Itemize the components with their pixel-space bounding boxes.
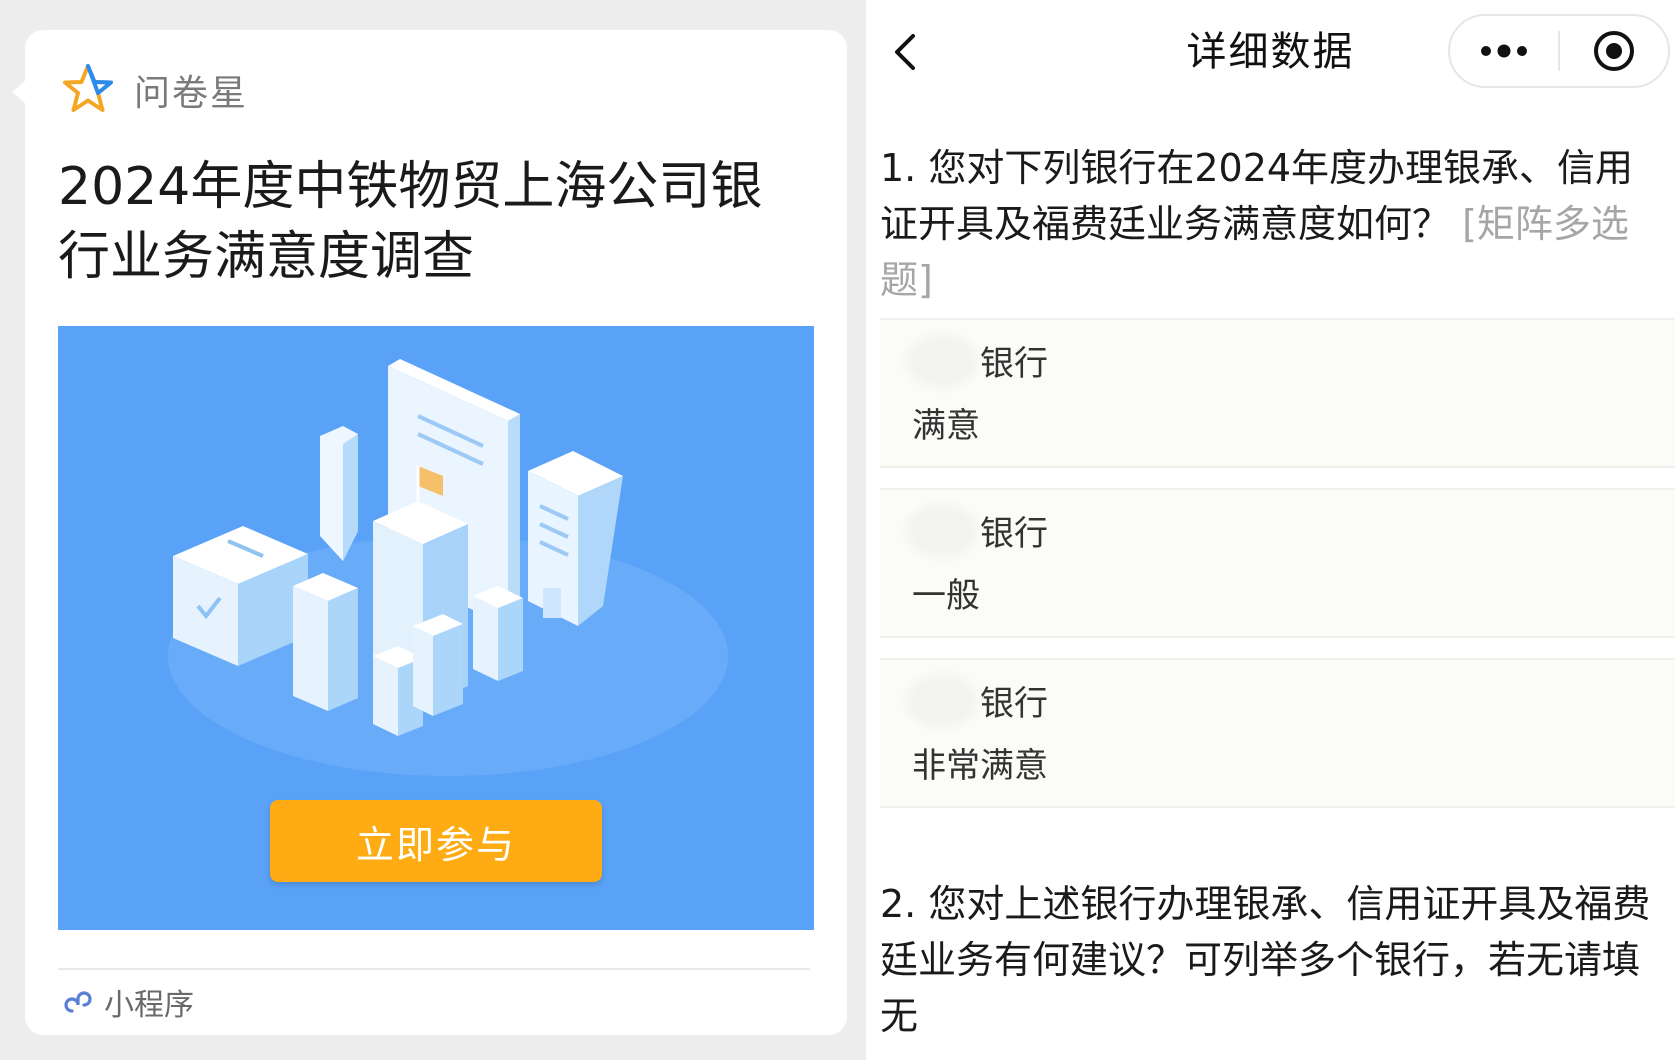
answer-row: 银行 非常满意 [880, 658, 1675, 808]
question-1: 1. 您对下列银行在2024年度办理银承、信用证开具及福费廷业务满意度如何？ [… [880, 140, 1670, 308]
question-2: 2. 您对上述银行办理银承、信用证开具及福费廷业务有何建议？可列举多个银行，若无… [880, 882, 1651, 1038]
answer-value: 满意 [912, 406, 980, 446]
brand-header: 问卷星 [60, 62, 248, 118]
mini-program-capsule [1448, 14, 1670, 88]
more-dots-icon [1481, 44, 1527, 58]
card-bubble-tail [12, 80, 26, 104]
answer-value: 一般 [912, 576, 980, 616]
detail-page: 详细数据 1. 您对下列银行在2024年度办理银承、信用证开具及福费廷业务满意度… [866, 0, 1675, 1060]
redacted-bank-name [912, 340, 972, 382]
answer-bank: 银行 [980, 684, 1048, 724]
redacted-bank-name [912, 510, 972, 552]
mini-program-label: 小程序 [62, 980, 194, 1024]
answer-bank: 银行 [980, 514, 1048, 554]
answer-row: 银行 一般 [880, 488, 1675, 638]
answer-row: 银行 满意 [880, 318, 1675, 468]
redacted-bank-name [912, 680, 972, 722]
join-now-button[interactable]: 立即参与 [270, 800, 602, 882]
answer-bank: 银行 [980, 344, 1048, 384]
mini-program-icon [64, 991, 92, 1013]
more-button[interactable] [1450, 16, 1558, 86]
survey-title: 2024年度中铁物贸上海公司银行业务满意度调查 [58, 157, 763, 287]
mini-program-text: 小程序 [104, 988, 194, 1023]
close-mini-program-button[interactable] [1560, 16, 1668, 86]
answer-value: 非常满意 [912, 746, 1048, 786]
star-logo-icon [63, 64, 113, 112]
brand-name: 问卷星 [134, 73, 249, 114]
target-circle-icon [1594, 31, 1634, 71]
card-divider [58, 968, 810, 970]
